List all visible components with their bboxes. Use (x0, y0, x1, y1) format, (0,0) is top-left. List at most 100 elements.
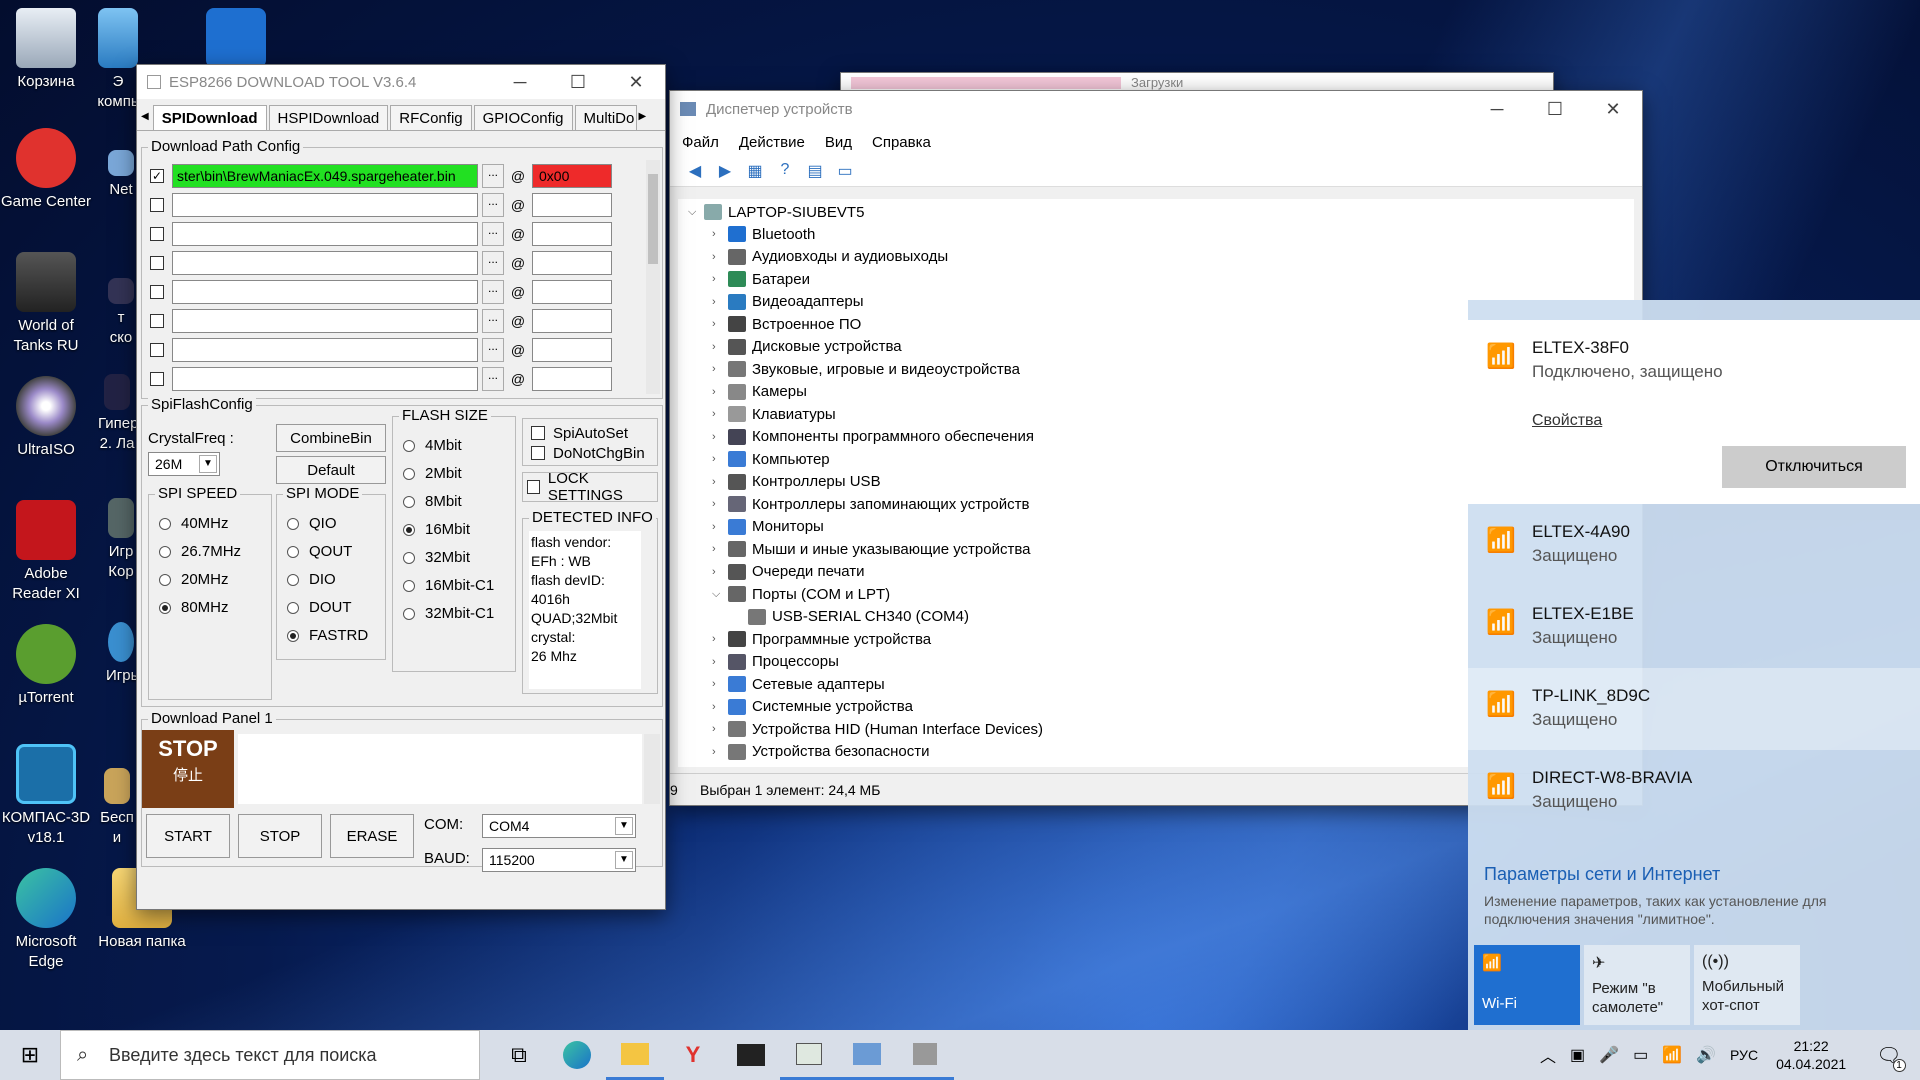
path-scrollbar[interactable] (646, 160, 660, 394)
path-enable-checkbox[interactable] (150, 372, 164, 386)
chevron-right-icon[interactable]: › (712, 476, 728, 488)
tree-category-item[interactable]: › Сетевые адаптеры (712, 673, 885, 695)
path-enable-checkbox[interactable] (150, 227, 164, 241)
spi_speed-radio[interactable]: 80MHz (159, 599, 229, 616)
quick-action-wifi[interactable]: 📶 Wi-Fi (1474, 945, 1580, 1025)
chevron-right-icon[interactable]: › (712, 386, 728, 398)
device-icon[interactable]: ▣ (1570, 1045, 1585, 1065)
address-input[interactable] (532, 309, 612, 333)
tree-category-item[interactable]: › Контроллеры запоминающих устройств (712, 493, 1029, 515)
browse-button[interactable]: ... (482, 164, 504, 188)
menu-help[interactable]: Справка (872, 134, 931, 151)
spi_mode-radio[interactable]: FASTRD (287, 627, 368, 644)
spi_speed-radio[interactable]: 26.7MHz (159, 543, 241, 560)
network-item[interactable]: 📶 ELTEX-4A90 Защищено (1468, 504, 1920, 586)
path-enable-checkbox[interactable] (150, 256, 164, 270)
chevron-right-icon[interactable]: › (712, 498, 728, 510)
tree-category-item[interactable]: › Устройства безопасности (712, 741, 929, 763)
path-enable-checkbox[interactable]: ✓ (150, 169, 164, 183)
tree-category-item[interactable]: › Системные устройства (712, 696, 913, 718)
chevron-right-icon[interactable]: › (712, 678, 728, 690)
search-box[interactable]: ⌕ Введите здесь текст для поиска (60, 1030, 480, 1080)
tree-category-item[interactable]: › Аудиовходы и аудиовыходы (712, 246, 948, 268)
close-button[interactable]: ✕ (607, 65, 665, 99)
desktop-icon-adobe-reader[interactable]: Adobe Reader XI (0, 500, 92, 604)
task-view-icon[interactable]: ⧉ (490, 1030, 548, 1080)
chevron-right-icon[interactable]: › (712, 273, 728, 285)
desktop-icon-world-of-tanks[interactable]: World of Tanks RU (0, 252, 92, 356)
esp-download-tool-window[interactable]: ESP8266 DOWNLOAD TOOL V3.6.4 ─ ☐ ✕ ◀ SPIDo… (136, 64, 666, 910)
tree-category-item[interactable]: › Камеры (712, 381, 807, 403)
address-input[interactable] (532, 251, 612, 275)
flash_size-radio[interactable]: 32Mbit (403, 549, 470, 566)
desktop-icon-kompas[interactable]: КОМПАС-3D v18.1 (0, 744, 92, 848)
chevron-right-icon[interactable]: › (712, 521, 728, 533)
desktop-icon-utorrent[interactable]: µTorrent (0, 624, 92, 708)
desktop-icon-edge[interactable]: Microsoft Edge (0, 868, 92, 972)
tree-category-item[interactable]: › Клавиатуры (712, 403, 836, 425)
lock-settings-checkbox[interactable]: LOCK SETTINGS (527, 470, 657, 504)
browse-button[interactable]: ... (482, 367, 504, 391)
desktop-icon-games-corp[interactable]: Игр Кор (106, 498, 136, 582)
baud-select[interactable]: 115200 ▼ (482, 848, 636, 872)
menu-file[interactable]: Файл (682, 134, 719, 151)
tree-category-item[interactable]: › Устройства HID (Human Interface Devices… (712, 718, 1043, 740)
desktop-icon-app2[interactable]: т ско (106, 278, 136, 348)
chevron-right-icon[interactable]: › (712, 318, 728, 330)
clock[interactable]: 21:22 04.04.2021 (1776, 1037, 1846, 1073)
path-enable-checkbox[interactable] (150, 343, 164, 357)
desktop-icon-ultraiso[interactable]: UltraISO (0, 376, 92, 460)
network-settings-link[interactable]: Параметры сети и Интернет (1484, 864, 1720, 885)
log-scrollbar[interactable] (644, 734, 660, 804)
file-explorer-icon[interactable] (606, 1030, 664, 1080)
chevron-down-icon[interactable]: ⌵ (712, 588, 728, 601)
desktop-icon-net[interactable]: Net (106, 150, 136, 200)
terminal-icon[interactable] (722, 1030, 780, 1080)
notifications-icon[interactable]: 🗨 1 (1876, 1043, 1906, 1072)
chevron-right-icon[interactable]: › (712, 656, 728, 668)
edge-taskbar-icon[interactable] (548, 1030, 606, 1080)
tree-category-item[interactable]: › Компьютер (712, 448, 830, 470)
browse-button[interactable]: ... (482, 251, 504, 275)
tree-category-item[interactable]: › Дисковые устройства (712, 336, 902, 358)
quick-action-hotspot[interactable]: ((•)) Мобильный хот-спот (1694, 945, 1800, 1025)
language-indicator[interactable]: РУС (1730, 1047, 1758, 1063)
chevron-right-icon[interactable]: › (712, 431, 728, 443)
chevron-right-icon[interactable]: › (712, 363, 728, 375)
tree-category-item[interactable]: › Контроллеры USB (712, 471, 881, 493)
maximize-button[interactable]: ☐ (1526, 91, 1584, 127)
browse-button[interactable]: ... (482, 280, 504, 304)
desktop-icon-recycle-bin[interactable]: Корзина (0, 8, 92, 92)
disconnect-button[interactable]: Отключиться (1722, 446, 1906, 488)
path-enable-checkbox[interactable] (150, 314, 164, 328)
browse-button[interactable]: ... (482, 222, 504, 246)
volume-icon[interactable]: 🔊 (1696, 1045, 1716, 1065)
path-input[interactable] (172, 222, 478, 246)
chevron-right-icon[interactable]: › (712, 453, 728, 465)
network-item[interactable]: 📶 DIRECT-W8-BRAVIA Защищено (1468, 750, 1920, 832)
path-input[interactable] (172, 193, 478, 217)
spi_mode-radio[interactable]: QIO (287, 515, 337, 532)
tree-category-item[interactable]: › Компоненты программного обеспечения (712, 426, 1034, 448)
start-button[interactable]: START (146, 814, 230, 858)
chevron-right-icon[interactable]: › (712, 341, 728, 353)
tree-category-item[interactable]: › Процессоры (712, 651, 839, 673)
browse-button[interactable]: ... (482, 338, 504, 362)
tree-category-item[interactable]: › Программные устройства (712, 628, 931, 650)
tab-spidownload[interactable]: SPIDownload (152, 105, 267, 130)
chevron-right-icon[interactable]: › (712, 723, 728, 735)
tree-category-item[interactable]: ⌵ Порты (COM и LPT) (712, 583, 890, 605)
tab-scroll-left-icon[interactable]: ◀ (141, 111, 149, 130)
com-select[interactable]: COM4 ▼ (482, 814, 636, 838)
chevron-up-icon[interactable]: ︿ (1540, 1043, 1556, 1067)
tree-category-item[interactable]: › Звуковые, игровые и видеоустройства (712, 358, 1020, 380)
tab-gpioconfig[interactable]: GPIOConfig (473, 105, 573, 130)
desktop-icon-game-center[interactable]: Game Center (0, 128, 92, 212)
browse-button[interactable]: ... (482, 193, 504, 217)
forward-icon[interactable]: ▶ (712, 161, 738, 183)
address-input[interactable]: 0x00 (532, 164, 612, 188)
desktop-icon-free[interactable]: Бесп и (98, 768, 136, 848)
spi_mode-radio[interactable]: DIO (287, 571, 336, 588)
address-input[interactable] (532, 280, 612, 304)
maximize-button[interactable]: ☐ (549, 65, 607, 99)
